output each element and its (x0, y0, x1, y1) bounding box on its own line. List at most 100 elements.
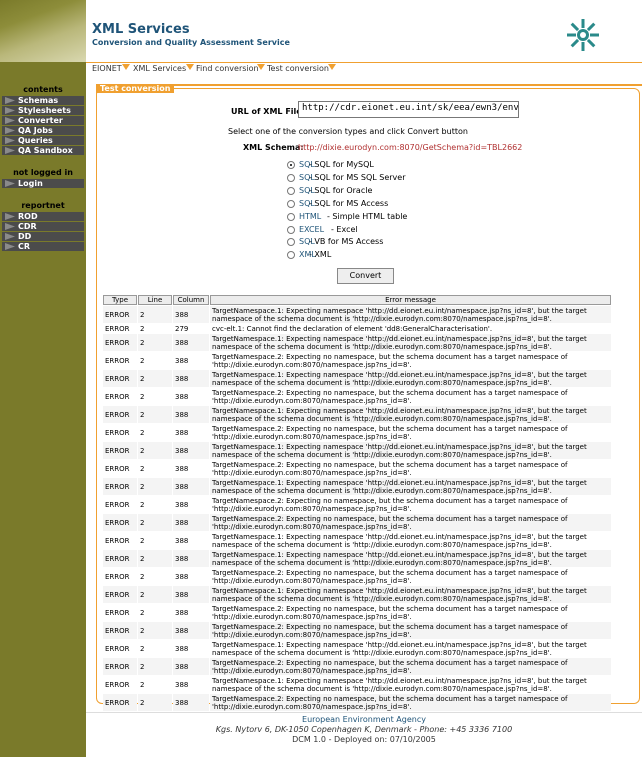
table-row: ERROR 2 388 TargetNamespace.1: Expecting na… (103, 406, 611, 423)
table-row: ERROR 2 388 TargetNamespace.2: Expecting no… (103, 604, 611, 621)
column-header-error-message: Error message (210, 295, 611, 305)
radio-button[interactable] (287, 212, 295, 221)
table-row: ERROR 2 388 TargetNamespace.2: Expecting no… (103, 352, 611, 369)
table-row: ERROR 2 388 TargetNamespace.2: Expecting no… (103, 388, 611, 405)
cell-message: TargetNamespace.2: Expecting no namespac… (210, 658, 611, 675)
option-description: - XML (309, 250, 332, 260)
cell-message: TargetNamespace.1: Expecting namespace '… (210, 370, 611, 387)
cell-message: TargetNamespace.1: Expecting namespace '… (210, 442, 611, 459)
sidebar-item-queries[interactable]: Queries (2, 136, 84, 145)
breadcrumb-xml-services[interactable]: XML Services (133, 64, 186, 73)
cell-type: ERROR (105, 680, 130, 689)
cell-column: 388 (175, 356, 189, 365)
sidebar-item-schemas[interactable]: Schemas (2, 96, 84, 105)
cell-line: 2 (140, 392, 145, 401)
cell-type: ERROR (105, 324, 130, 333)
cell-line: 2 (138, 442, 172, 459)
radio-button[interactable] (287, 199, 295, 208)
option-code-link[interactable]: HTML (299, 212, 321, 221)
cell-column: 388 (173, 334, 209, 351)
table-row: ERROR 2 388 TargetNamespace.2: Expecting no… (103, 568, 611, 585)
cell-line: 2 (140, 428, 145, 437)
cell-type: ERROR (105, 536, 130, 545)
cell-line: 2 (138, 406, 172, 423)
sidebar-item-rod[interactable]: ROD (2, 212, 84, 221)
cell-line: 2 (140, 680, 145, 689)
cell-type: ERROR (103, 550, 137, 567)
cell-message: TargetNamespace.2: Expecting no namespac… (212, 460, 568, 477)
sidebar-heading-reportnet: reportnet (21, 201, 65, 210)
cell-column: 388 (175, 392, 189, 401)
sidebar-heading-login: not logged in (13, 168, 73, 177)
sidebar-heading-contents: contents (23, 85, 63, 94)
instruction-text: Select one of the conversion types and c… (228, 127, 468, 136)
cell-column: 388 (175, 428, 189, 437)
cell-message: TargetNamespace.1: Expecting namespace '… (210, 478, 611, 495)
cell-column: 388 (175, 572, 189, 581)
cell-message: TargetNamespace.1: Expecting namespace '… (210, 550, 611, 567)
cell-column: 388 (173, 370, 209, 387)
sidebar-item-qa-sandbox[interactable]: QA Sandbox (2, 146, 84, 155)
cell-column: 388 (175, 500, 189, 509)
cell-message: TargetNamespace.1: Expecting namespace '… (212, 676, 587, 693)
sidebar-item-converter[interactable]: Converter (2, 116, 84, 125)
option-code-link[interactable]: EXCEL (299, 225, 324, 234)
sidebar-item-login[interactable]: Login (2, 179, 84, 188)
table-row: ERROR 2 388 TargetNamespace.2: Expecting no… (103, 514, 611, 531)
sidebar-item-qa-jobs[interactable]: QA Jobs (2, 126, 84, 135)
sidebar-item-stylesheets[interactable]: Stylesheets (2, 106, 84, 115)
cell-column: 279 (175, 324, 189, 333)
cell-type: ERROR (103, 694, 137, 711)
cell-type: ERROR (105, 464, 130, 473)
cell-type: ERROR (103, 442, 137, 459)
table-row: ERROR 2 388 TargetNamespace.2: Expecting no… (103, 694, 611, 711)
sidebar-item-cr[interactable]: CR (2, 242, 84, 251)
cell-type: ERROR (103, 514, 137, 531)
cell-message: TargetNamespace.1: Expecting namespace '… (210, 406, 611, 423)
cell-message: TargetNamespace.2: Expecting no namespac… (212, 388, 568, 405)
footer-agency[interactable]: European Environment Agency (86, 715, 642, 724)
sidebar-item-cdr[interactable]: CDR (2, 222, 84, 231)
radio-button[interactable] (287, 173, 295, 182)
cell-type: ERROR (103, 406, 137, 423)
table-row: ERROR 2 388 TargetNamespace.1: Expecting na… (103, 586, 611, 603)
breadcrumb-separator-icon (122, 64, 130, 70)
table-row: ERROR 2 279 cvc-elt.1: Cannot find the decl… (103, 324, 611, 333)
cell-type: ERROR (103, 334, 137, 351)
cell-column: 388 (173, 442, 209, 459)
radio-button[interactable] (287, 225, 295, 234)
footer-version: DCM 1.0 - Deployed on: 07/10/2005 (292, 735, 436, 744)
cell-column: 388 (173, 658, 209, 675)
radio-button[interactable] (287, 186, 295, 195)
cell-column: 388 (173, 550, 209, 567)
panel-title: Test conversion (96, 84, 175, 93)
schema-link[interactable]: http://dixie.eurodyn.com:8070/GetSchema?… (298, 143, 522, 152)
cell-column: 388 (173, 622, 209, 639)
breadcrumb-find-conversion[interactable]: Find conversion (196, 64, 259, 73)
error-table: Type Line Column Error message ERROR 2 388… (102, 294, 612, 712)
cell-type: ERROR (105, 608, 130, 617)
cell-line: 2 (140, 356, 145, 365)
cell-line: 2 (138, 478, 172, 495)
url-input[interactable]: http://cdr.eionet.eu.int/sk/eea/ewn3/env… (298, 101, 519, 118)
cell-type: ERROR (105, 356, 130, 365)
table-row: ERROR 2 388 TargetNamespace.2: Expecting no… (103, 658, 611, 675)
table-row: ERROR 2 388 TargetNamespace.1: Expecting na… (103, 550, 611, 567)
breadcrumb: EIONET XML Services Find conversion Test… (86, 62, 642, 74)
convert-button[interactable]: Convert (337, 268, 394, 284)
option-description: - Simple HTML table (327, 211, 408, 221)
sidebar-item-dd[interactable]: DD (2, 232, 84, 241)
cell-message: TargetNamespace.1: Expecting namespace '… (212, 640, 587, 657)
cell-line: 2 (138, 622, 172, 639)
breadcrumb-eionet[interactable]: EIONET (92, 64, 122, 73)
sidebar: contents Schemas Stylesheets Converter Q… (0, 62, 86, 757)
radio-button[interactable] (287, 161, 295, 169)
cell-column: 388 (175, 536, 189, 545)
table-row: ERROR 2 388 TargetNamespace.2: Expecting no… (103, 496, 611, 513)
table-row: ERROR 2 388 TargetNamespace.1: Expecting na… (103, 532, 611, 549)
cell-line: 2 (138, 550, 172, 567)
url-label: URL of XML File : (231, 107, 308, 116)
option-description: - SQL for MS SQL Server (309, 172, 406, 182)
breadcrumb-separator-icon (257, 64, 265, 70)
cell-column: 388 (175, 608, 189, 617)
